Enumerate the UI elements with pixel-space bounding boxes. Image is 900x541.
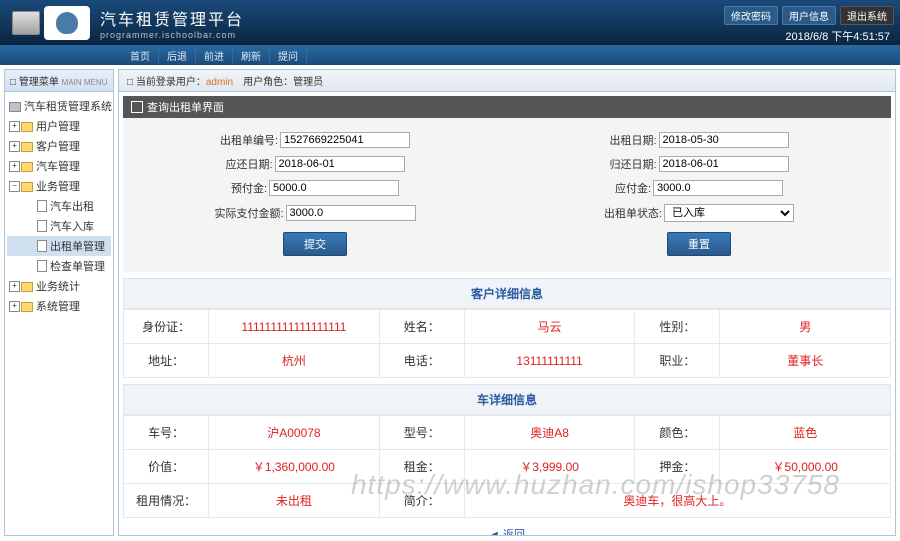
- document-icon: [37, 260, 47, 272]
- nav-qa[interactable]: 提问: [270, 48, 307, 63]
- sidebar-title: □ 管理菜单 MAIN MENU: [5, 70, 113, 92]
- folder-icon: [21, 162, 33, 172]
- label-rent-date: 出租日期:: [609, 132, 656, 148]
- content-area: □ 当前登录用户：admin 用户角色：管理员 查询出租单界面 出租单编号: 出…: [118, 69, 896, 536]
- sidebar: □ 管理菜单 MAIN MENU 汽车租赁管理系统 用户管理 客户管理 汽车管理…: [4, 69, 114, 536]
- label-desc: 简介：: [379, 484, 464, 518]
- tree-leaf-check[interactable]: 检查单管理: [7, 256, 111, 276]
- select-status[interactable]: 已入库: [664, 204, 794, 222]
- search-form: 出租单编号: 出租日期: 应还日期: 归还日期: 预付金: 应付金: 实际支付金…: [123, 118, 891, 272]
- label-job: 职业：: [635, 344, 720, 378]
- submit-button[interactable]: 提交: [283, 232, 347, 256]
- label-id: 身份证：: [124, 310, 209, 344]
- section-customer-title: 客户详细信息: [123, 278, 891, 309]
- disk-icon: [9, 102, 21, 112]
- input-due-date[interactable]: [275, 156, 405, 172]
- label-plate: 车号：: [124, 416, 209, 450]
- app-subtitle: programmer.ischoolbar.com: [100, 30, 244, 40]
- logout-button[interactable]: 退出系统: [840, 6, 894, 25]
- document-icon: [37, 200, 47, 212]
- label-paid: 实际支付金额:: [214, 205, 283, 221]
- tree-system-mgmt[interactable]: 系统管理: [7, 296, 111, 316]
- label-rent: 租金：: [379, 450, 464, 484]
- label-car-status: 租用情况：: [124, 484, 209, 518]
- value-pledge: ￥50,000.00: [720, 450, 891, 484]
- nav-refresh[interactable]: 刷新: [233, 48, 270, 63]
- app-header: 汽车租赁管理平台 programmer.ischoolbar.com 修改密码 …: [0, 0, 900, 45]
- value-id: 111111111111111111: [209, 310, 379, 344]
- app-title: 汽车租赁管理平台: [100, 6, 244, 30]
- input-rent-date[interactable]: [659, 132, 789, 148]
- value-addr: 杭州: [209, 344, 379, 378]
- value-color: 蓝色: [720, 416, 891, 450]
- change-password-button[interactable]: 修改密码: [724, 6, 778, 25]
- document-icon: [37, 240, 47, 252]
- value-car-status: 未出租: [209, 484, 379, 518]
- label-order-no: 出租单编号:: [220, 132, 278, 148]
- label-status: 出租单状态:: [604, 205, 662, 221]
- input-paid[interactable]: [286, 205, 416, 221]
- clock: 2018/6/8 下午4:51:57: [785, 28, 890, 44]
- label-return-date: 归还日期:: [609, 156, 656, 172]
- value-name: 马云: [464, 310, 634, 344]
- value-gender: 男: [720, 310, 891, 344]
- logo-box: [44, 6, 90, 40]
- tree-car-mgmt[interactable]: 汽车管理: [7, 156, 111, 176]
- label-phone: 电话：: [379, 344, 464, 378]
- navbar: 首页 后退 前进 刷新 提问: [0, 45, 900, 65]
- tree-stats[interactable]: 业务统计: [7, 276, 111, 296]
- monitor-icon: [12, 11, 40, 35]
- input-payable[interactable]: [653, 180, 783, 196]
- value-phone: 13111111111: [464, 344, 634, 378]
- document-icon: [37, 220, 47, 232]
- tree-customer-mgmt[interactable]: 客户管理: [7, 136, 111, 156]
- value-model: 奥迪A8: [464, 416, 634, 450]
- folder-icon: [21, 122, 33, 132]
- label-color: 颜色：: [635, 416, 720, 450]
- penguin-icon: [56, 12, 78, 34]
- breadcrumb: □ 当前登录用户：admin 用户角色：管理员: [119, 70, 895, 92]
- input-order-no[interactable]: [280, 132, 410, 148]
- tree-leaf-rent[interactable]: 汽车出租: [7, 196, 111, 216]
- label-name: 姓名：: [379, 310, 464, 344]
- back-row: 返回: [123, 518, 891, 536]
- value-desc: 奥迪车，很高大上。: [464, 484, 890, 518]
- value-plate: 沪A00078: [209, 416, 379, 450]
- label-value: 价值：: [124, 450, 209, 484]
- folder-icon: [21, 302, 33, 312]
- folder-icon: [21, 142, 33, 152]
- value-rent: ￥3,999.00: [464, 450, 634, 484]
- tree-business-mgmt[interactable]: 业务管理: [7, 176, 111, 196]
- back-link[interactable]: 返回: [489, 529, 525, 536]
- tree-root[interactable]: 汽车租赁管理系统: [7, 96, 111, 116]
- tree-leaf-return[interactable]: 汽车入库: [7, 216, 111, 236]
- panel-title: 查询出租单界面: [123, 96, 891, 118]
- label-addr: 地址：: [124, 344, 209, 378]
- value-value: ￥1,360,000.00: [209, 450, 379, 484]
- nav-back[interactable]: 后退: [159, 48, 196, 63]
- value-job: 董事长: [720, 344, 891, 378]
- folder-icon: [21, 182, 33, 192]
- label-model: 型号：: [379, 416, 464, 450]
- label-gender: 性别：: [635, 310, 720, 344]
- car-info-table: 车号：沪A00078 型号：奥迪A8 颜色：蓝色 价值：￥1,360,000.0…: [123, 415, 891, 518]
- section-car-title: 车详细信息: [123, 384, 891, 415]
- user-info-button[interactable]: 用户信息: [782, 6, 836, 25]
- tree-leaf-order[interactable]: 出租单管理: [7, 236, 111, 256]
- label-deposit: 预付金:: [231, 180, 267, 196]
- label-payable: 应付金:: [615, 180, 651, 196]
- nav-tree: 汽车租赁管理系统 用户管理 客户管理 汽车管理 业务管理 汽车出租 汽车入库 出…: [5, 92, 113, 320]
- folder-icon: [21, 282, 33, 292]
- label-due-date: 应还日期:: [225, 156, 272, 172]
- tree-user-mgmt[interactable]: 用户管理: [7, 116, 111, 136]
- input-deposit[interactable]: [269, 180, 399, 196]
- nav-forward[interactable]: 前进: [196, 48, 233, 63]
- input-return-date[interactable]: [659, 156, 789, 172]
- nav-home[interactable]: 首页: [10, 48, 159, 63]
- label-pledge: 押金：: [635, 450, 720, 484]
- customer-info-table: 身份证：111111111111111111 姓名：马云 性别：男 地址：杭州 …: [123, 309, 891, 378]
- reset-button[interactable]: 重置: [667, 232, 731, 256]
